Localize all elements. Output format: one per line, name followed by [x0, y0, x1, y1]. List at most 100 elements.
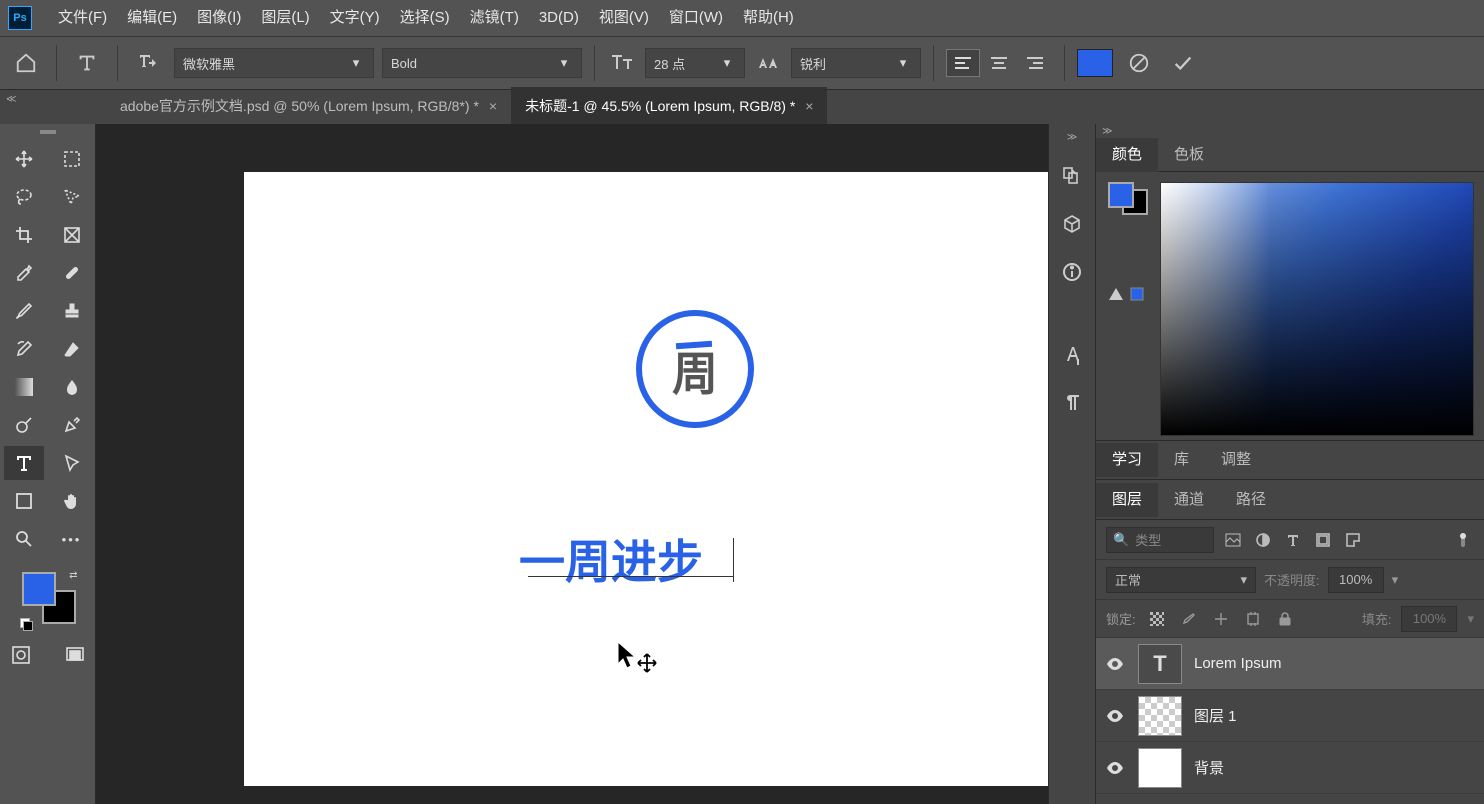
lasso-tool[interactable]	[4, 180, 44, 214]
type-tool[interactable]	[4, 446, 44, 480]
home-button[interactable]	[8, 45, 44, 81]
menu-view[interactable]: 视图(V)	[589, 0, 659, 36]
document-tab[interactable]: 未标题-1 @ 45.5% (Lorem Ipsum, RGB/8) * ×	[511, 87, 827, 124]
pen-tool[interactable]	[52, 408, 92, 442]
canvas-area[interactable]: 周 一周进步	[96, 124, 1048, 804]
swap-colors-icon[interactable]: ⇄	[69, 570, 77, 581]
paragraph-panel-button[interactable]	[1056, 386, 1088, 418]
hand-tool[interactable]	[52, 484, 92, 518]
quick-select-tool[interactable]	[52, 180, 92, 214]
layer-name[interactable]: 背景	[1194, 757, 1224, 778]
quick-mask-button[interactable]	[1, 638, 41, 672]
gamut-warning-icon[interactable]	[1108, 287, 1124, 301]
tool-preset-type-icon[interactable]	[69, 45, 105, 81]
tab-learn[interactable]: 学习	[1096, 443, 1158, 477]
filter-adjust-icon[interactable]	[1252, 529, 1274, 551]
brush-tool[interactable]	[4, 294, 44, 328]
foreground-background-colors[interactable]: ⇄	[20, 570, 76, 630]
align-left-button[interactable]	[946, 49, 980, 77]
tab-channels[interactable]: 通道	[1158, 483, 1220, 517]
character-panel-button[interactable]	[1056, 338, 1088, 370]
visibility-toggle[interactable]	[1106, 762, 1126, 774]
chevron-down-icon[interactable]: ▾	[1467, 611, 1474, 627]
websafe-warning-icon[interactable]	[1130, 287, 1144, 301]
frame-tool[interactable]	[52, 218, 92, 252]
tab-color[interactable]: 颜色	[1096, 138, 1158, 172]
filter-smart-icon[interactable]	[1342, 529, 1364, 551]
text-orientation-button[interactable]	[130, 45, 166, 81]
tab-layers[interactable]: 图层	[1096, 483, 1158, 517]
eyedropper-tool[interactable]	[4, 256, 44, 290]
visibility-toggle[interactable]	[1106, 658, 1126, 670]
default-colors-icon[interactable]	[20, 618, 32, 630]
stamp-tool[interactable]	[52, 294, 92, 328]
layer-row[interactable]: 背景	[1096, 742, 1484, 794]
menu-file[interactable]: 文件(F)	[48, 0, 117, 36]
lock-position-icon[interactable]	[1210, 608, 1232, 630]
zoom-tool[interactable]	[4, 522, 44, 556]
layer-thumbnail[interactable]	[1138, 748, 1182, 788]
move-tool[interactable]	[4, 142, 44, 176]
antialias-combo[interactable]: 锐利 ▾	[791, 48, 921, 78]
layer-thumbnail[interactable]: T	[1138, 644, 1182, 684]
layer-row[interactable]: T Lorem Ipsum	[1096, 638, 1484, 690]
marquee-tool[interactable]	[52, 142, 92, 176]
lock-brush-icon[interactable]	[1178, 608, 1200, 630]
foreground-color[interactable]	[22, 572, 56, 606]
color-spectrum[interactable]	[1160, 182, 1474, 436]
panel-handle-icon[interactable]: ≫	[1067, 132, 1077, 144]
opacity-input[interactable]: 100%	[1328, 567, 1384, 593]
healing-tool[interactable]	[52, 256, 92, 290]
chevron-down-icon[interactable]: ▾	[1392, 572, 1399, 588]
tab-adjustments[interactable]: 调整	[1205, 443, 1267, 477]
filter-type-icon[interactable]	[1282, 529, 1304, 551]
menu-edit[interactable]: 编辑(E)	[117, 0, 187, 36]
text-layer-content[interactable]: 一周进步	[519, 526, 703, 592]
cancel-button[interactable]	[1121, 45, 1157, 81]
align-right-button[interactable]	[1018, 49, 1052, 77]
blur-tool[interactable]	[52, 370, 92, 404]
layer-name[interactable]: 图层 1	[1194, 705, 1237, 726]
align-center-button[interactable]	[982, 49, 1016, 77]
font-size-combo[interactable]: 28 点 ▾	[645, 48, 745, 78]
more-tools[interactable]: •••	[52, 522, 92, 556]
lock-pixels-icon[interactable]	[1146, 608, 1168, 630]
document-tab[interactable]: adobe官方示例文档.psd @ 50% (Lorem Ipsum, RGB/…	[106, 87, 511, 124]
commit-button[interactable]	[1165, 45, 1201, 81]
filter-pixel-icon[interactable]	[1222, 529, 1244, 551]
history-brush-tool[interactable]	[4, 332, 44, 366]
dodge-tool[interactable]	[4, 408, 44, 442]
fill-input[interactable]: 100%	[1401, 606, 1457, 632]
screen-mode-button[interactable]	[55, 638, 95, 672]
panel-handle-icon[interactable]: ≫	[1096, 124, 1484, 138]
blend-mode-combo[interactable]: 正常 ▾	[1106, 567, 1256, 593]
info-panel-button[interactable]	[1056, 256, 1088, 288]
close-icon[interactable]: ×	[489, 98, 497, 114]
eraser-tool[interactable]	[52, 332, 92, 366]
font-weight-combo[interactable]: Bold ▾	[382, 48, 582, 78]
menu-window[interactable]: 窗口(W)	[659, 0, 733, 36]
shape-tool[interactable]	[4, 484, 44, 518]
layer-thumbnail[interactable]	[1138, 696, 1182, 736]
filter-shape-icon[interactable]	[1312, 529, 1334, 551]
menu-filter[interactable]: 滤镜(T)	[460, 0, 529, 36]
foreground-color[interactable]	[1108, 182, 1134, 208]
panel-handle-icon[interactable]	[40, 130, 56, 134]
tab-libraries[interactable]: 库	[1158, 443, 1205, 477]
close-icon[interactable]: ×	[805, 98, 813, 114]
menu-3d[interactable]: 3D(D)	[529, 0, 589, 36]
layer-row[interactable]: 图层 1	[1096, 690, 1484, 742]
menu-type[interactable]: 文字(Y)	[320, 0, 390, 36]
font-family-combo[interactable]: 微软雅黑 ▾	[174, 48, 374, 78]
layer-filter-type[interactable]: 🔍 类型	[1106, 527, 1214, 553]
tab-paths[interactable]: 路径	[1220, 483, 1282, 517]
3d-panel-button[interactable]	[1056, 208, 1088, 240]
tab-swatches[interactable]: 色板	[1158, 138, 1220, 172]
path-select-tool[interactable]	[52, 446, 92, 480]
menu-layer[interactable]: 图层(L)	[251, 0, 319, 36]
gradient-tool[interactable]	[4, 370, 44, 404]
text-color-swatch[interactable]	[1077, 49, 1113, 77]
menu-select[interactable]: 选择(S)	[390, 0, 460, 36]
document-canvas[interactable]: 周 一周进步	[244, 172, 1048, 786]
menu-help[interactable]: 帮助(H)	[733, 0, 804, 36]
